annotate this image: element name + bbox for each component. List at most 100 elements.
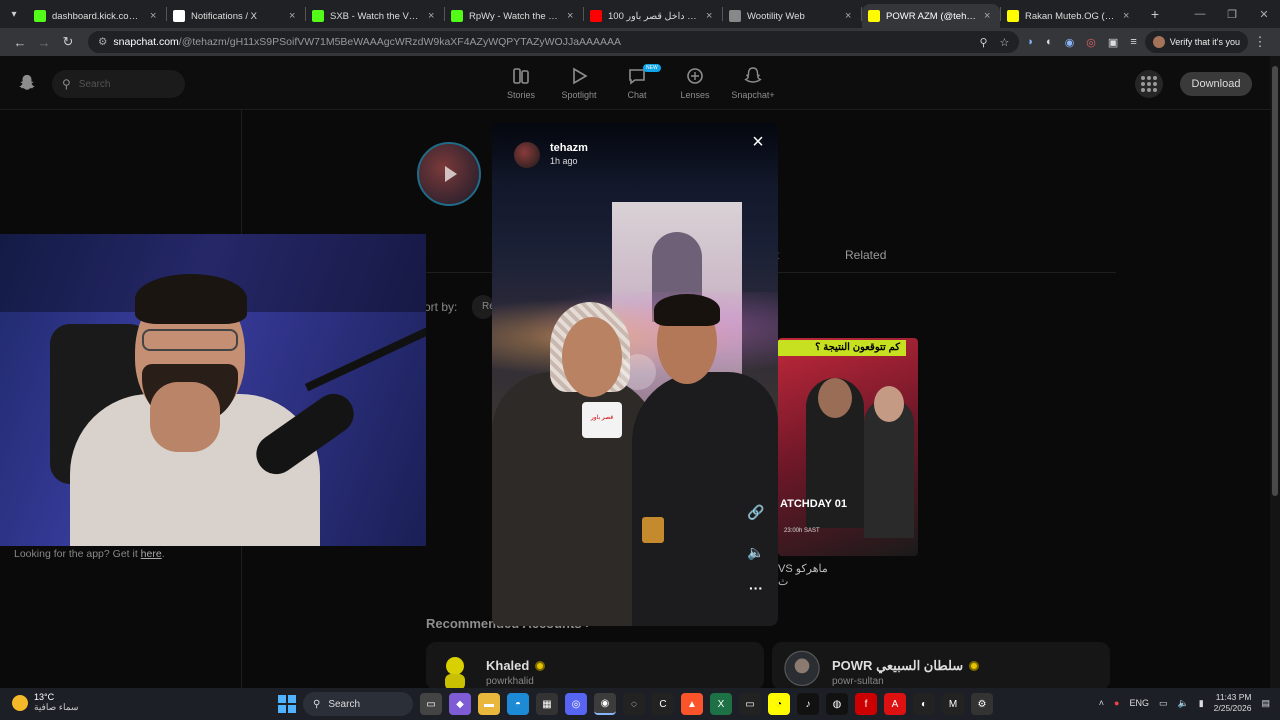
extensions-puzzle-icon[interactable]: ▣ [1108, 36, 1118, 49]
snap-nav-lenses[interactable]: Lenses [666, 66, 724, 100]
spotlight-thumbnail[interactable]: كم تتوقعون النتيجة ؟ ATCHDAY 01 23:00h S… [778, 338, 918, 556]
volume-icon[interactable]: 🔈 [1177, 698, 1188, 709]
download-button[interactable]: Download [1180, 72, 1252, 96]
task-view-icon[interactable]: ▭ [420, 693, 442, 715]
copilot-icon[interactable]: ◆ [449, 693, 471, 715]
snap-nav-snapchat[interactable]: Snapchat+ [724, 66, 782, 100]
media-controls-icon[interactable]: ≡ [1130, 36, 1136, 48]
recommended-account-card[interactable]: POWR سلطان السبيعي powr-sultan [772, 642, 1110, 690]
tab-related[interactable]: Related [845, 248, 886, 262]
tab-search-menu-button[interactable]: ▾ [0, 0, 28, 28]
minimize-button[interactable]: — [1184, 0, 1216, 28]
kick-icon [34, 10, 46, 22]
story-timestamp: 1h ago [550, 156, 578, 166]
site-info-icon[interactable]: ⚙ [98, 36, 107, 48]
page-scrollbar[interactable] [1270, 56, 1280, 688]
discord-icon[interactable]: ◎ [565, 693, 587, 715]
moon-icon [12, 694, 28, 711]
extension-audio-icon[interactable]: ◗ [1027, 36, 1034, 48]
snap-nav-spotlight[interactable]: Spotlight [550, 66, 608, 100]
story-author-avatar[interactable] [514, 142, 540, 168]
snapchat-taskbar-icon[interactable]: ◔ [768, 693, 790, 715]
battery-icon[interactable]: ▮ [1199, 698, 1204, 709]
snap-search-input[interactable]: ⚲ Search [52, 70, 185, 98]
browser-tab[interactable]: 100 يوتيوبر داخل قصر باور × [584, 4, 722, 28]
scrollbar-thumb[interactable] [1272, 66, 1278, 496]
browser-tab[interactable]: RpWy - Watch the VOD o × [445, 4, 583, 28]
more-options-icon[interactable]: ··· [746, 578, 766, 598]
terminal-icon[interactable]: ▭ [739, 693, 761, 715]
taskbar-search[interactable]: ⚲ Search [303, 692, 413, 716]
browser-tab[interactable]: SXB - Watch the VOD o × [306, 4, 444, 28]
link-icon[interactable]: 🔗 [746, 502, 766, 522]
bookmark-star-icon[interactable]: ☆ [1000, 36, 1010, 49]
app-a-icon[interactable]: A [884, 693, 906, 715]
browser-tab[interactable]: dashboard.kick.com/strea × [28, 4, 166, 28]
snap-nav-stories[interactable]: Stories [492, 66, 550, 100]
extension-blue-icon[interactable]: ◉ [1065, 36, 1075, 49]
extension-red-icon[interactable]: ◎ [1086, 36, 1096, 49]
verified-star-icon [969, 661, 980, 671]
tab-close-icon[interactable]: × [984, 10, 994, 22]
brave-icon[interactable]: ▲ [681, 693, 703, 715]
browser-tab[interactable]: Notifications / X × [167, 4, 305, 28]
story-author-name[interactable]: tehazm [550, 142, 588, 154]
tab-close-icon[interactable]: × [428, 10, 438, 22]
tiktok-icon[interactable]: ♪ [797, 693, 819, 715]
snapchat-ghost-icon[interactable] [18, 74, 36, 92]
profile-chip[interactable]: Verify that it's you [1144, 31, 1248, 53]
tab-close-icon[interactable]: × [706, 10, 716, 22]
edge-icon[interactable]: ◓ [507, 693, 529, 715]
zoom-icon[interactable]: ⚲ [979, 36, 987, 49]
microphone-icon[interactable]: ● [1114, 698, 1119, 708]
app-circle-icon[interactable]: ◍ [826, 693, 848, 715]
app-note-text: Looking for the app? Get it [14, 548, 141, 560]
close-window-button[interactable]: ✕ [1248, 0, 1280, 28]
sort-chip[interactable]: Re [472, 295, 494, 319]
forward-button[interactable]: → [32, 35, 56, 50]
windows-start-icon[interactable] [278, 695, 296, 713]
tab-title: Notifications / X [191, 10, 257, 22]
recommended-name-text: POWR سلطان السبيعي [832, 658, 964, 673]
restore-button[interactable]: ❐ [1216, 0, 1248, 28]
weather-widget[interactable]: 13°C سماء صافية [12, 692, 78, 713]
app-note-link[interactable]: here [141, 548, 162, 560]
browser-menu-icon[interactable]: ⋮ [1248, 34, 1272, 50]
browser-tab[interactable]: POWR AZM (@tehazm) | × [862, 4, 1000, 28]
file-explorer-icon[interactable]: ▬ [478, 693, 500, 715]
tab-close-icon[interactable]: × [845, 10, 855, 22]
back-button[interactable]: ← [8, 35, 32, 50]
browser-tab[interactable]: Rakan Muteb.OG (@rms × [1001, 4, 1139, 28]
language-indicator[interactable]: ENG [1129, 698, 1149, 708]
thumbnail-title[interactable]: ماهركو VS ث [778, 562, 838, 588]
story-viewer[interactable]: قصر باور tehazm 1h ago × 🔗 🔈 ··· [492, 122, 778, 626]
browser-tab[interactable]: Wootility Web × [723, 4, 861, 28]
tab-close-icon[interactable]: × [567, 10, 577, 22]
apps-grid-button[interactable] [1135, 70, 1163, 98]
steam-icon[interactable]: ◐ [913, 693, 935, 715]
show-hidden-icons[interactable]: ˄ [1099, 698, 1104, 708]
store-icon[interactable]: ▦ [536, 693, 558, 715]
app-red-icon[interactable]: f [855, 693, 877, 715]
reload-button[interactable]: ↻ [56, 34, 80, 50]
settings-icon[interactable]: ⚙ [971, 693, 993, 715]
extension-chat-icon[interactable]: ◐ [1046, 36, 1053, 48]
obs-icon[interactable]: ◌ [623, 693, 645, 715]
speaker-icon[interactable]: 🔈 [746, 542, 766, 562]
profile-story-avatar[interactable] [417, 142, 481, 206]
app-m-icon[interactable]: M [942, 693, 964, 715]
omnibox[interactable]: ⚙ snapchat.com/@tehazm/gH11xS9PSoifVW71M… [88, 31, 1020, 53]
chrome-icon[interactable]: ◉ [594, 693, 616, 715]
tab-close-icon[interactable]: × [289, 10, 299, 22]
tab-close-icon[interactable]: × [1123, 10, 1133, 22]
network-icon[interactable]: ▭ [1159, 698, 1168, 709]
excel-icon[interactable]: X [710, 693, 732, 715]
app-c-icon[interactable]: C [652, 693, 674, 715]
notification-icon[interactable]: ▤ [1261, 698, 1270, 709]
recommended-account-card[interactable]: Khaled powrkhalid [426, 642, 764, 690]
new-tab-button[interactable]: + [1143, 6, 1167, 22]
snap-nav-chat[interactable]: Chat NEW [608, 64, 666, 100]
close-icon[interactable]: × [748, 132, 768, 152]
clock[interactable]: 11:43 PM 2/25/2026 [1214, 692, 1252, 714]
tab-close-icon[interactable]: × [150, 10, 160, 22]
